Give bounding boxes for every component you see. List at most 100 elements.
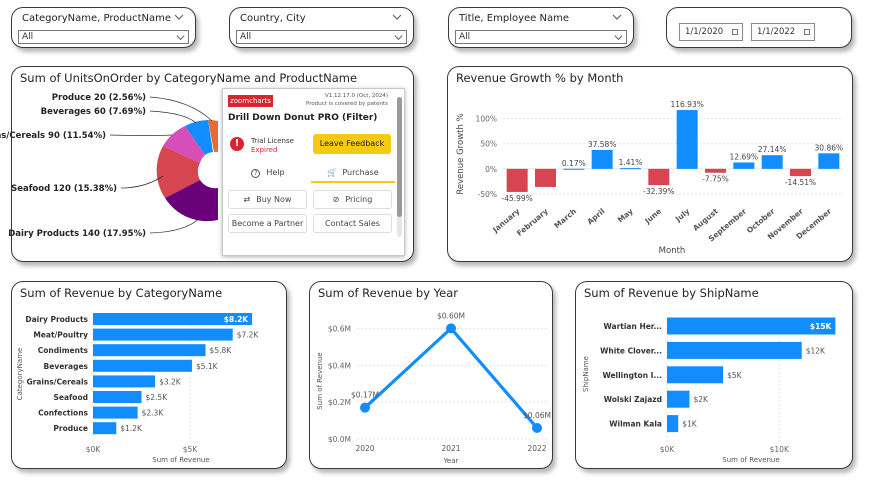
x-axis-title: Month bbox=[659, 246, 686, 256]
bar[interactable] bbox=[667, 390, 690, 408]
bar[interactable] bbox=[93, 328, 233, 341]
license-status-label: Trial License bbox=[251, 137, 294, 145]
bar[interactable] bbox=[818, 153, 840, 169]
cart-icon: 🛒 bbox=[327, 168, 338, 177]
revenue-by-year-chart[interactable]: $0.6M $0.4M $0.2M $0.0M $0.17M 2020 $0.60M 2021… bbox=[309, 281, 553, 469]
bar[interactable] bbox=[535, 168, 556, 187]
donut-label-dairy: Dairy Products 140 (17.95%) bbox=[8, 229, 146, 239]
revenue-growth-chart[interactable]: 100%50%0%-50% -45.99%JanuaryFebruary0.17%… bbox=[447, 66, 853, 262]
scrollbar[interactable] bbox=[397, 97, 402, 237]
contact-sales-button[interactable]: Contact Sales bbox=[313, 214, 392, 233]
x-tick-label: $5K bbox=[183, 445, 199, 454]
x-tick-label: July bbox=[673, 207, 692, 225]
data-label: -45.99% bbox=[502, 194, 533, 203]
data-label: 116.93% bbox=[670, 100, 703, 109]
category-label: Wartian Her... bbox=[604, 322, 663, 331]
bar[interactable] bbox=[667, 341, 802, 359]
bar[interactable] bbox=[93, 375, 156, 388]
bar[interactable] bbox=[93, 359, 192, 372]
x-axis-title: Sum of Revenue bbox=[722, 456, 779, 464]
x-tick-label: $0K bbox=[660, 445, 676, 454]
x-tick-label: May bbox=[616, 207, 635, 225]
tab-help[interactable]: ? Help bbox=[228, 163, 308, 183]
tab-purchase[interactable]: 🛒 Purchase bbox=[311, 163, 395, 183]
bar[interactable] bbox=[648, 168, 670, 186]
x-tick-label: March bbox=[552, 207, 578, 231]
bar[interactable] bbox=[93, 391, 142, 403]
y-axis-title: Revenue Growth % bbox=[456, 113, 466, 194]
donut-label-seafood: Seafood 120 (15.38%) bbox=[11, 184, 117, 194]
donut-label-beverages: Beverages 60 (7.69%) bbox=[41, 107, 147, 117]
data-label: 37.58% bbox=[588, 140, 617, 149]
revenue-by-shipname-chart[interactable]: $0K $10K Wartian Her... $15K White Clover...… bbox=[575, 281, 853, 469]
data-label: $1K bbox=[682, 420, 698, 429]
y-tick-label: -50% bbox=[478, 190, 497, 199]
category-label: Beverages bbox=[44, 362, 89, 371]
pricing-button[interactable]: ⊘ Pricing bbox=[313, 190, 392, 209]
category-label: Confections bbox=[38, 409, 88, 418]
x-axis-title: Year bbox=[443, 457, 459, 465]
donut-label-produce: Produce 20 (2.56%) bbox=[52, 93, 146, 103]
tab-help-label: Help bbox=[266, 168, 285, 177]
donut-label-grains: Grains/Cereals 90 (11.54%) bbox=[0, 131, 106, 141]
y-tick-label: 50% bbox=[480, 140, 497, 149]
bar[interactable] bbox=[733, 162, 755, 169]
data-label: $1.2K bbox=[120, 424, 143, 433]
x-tick-label: June bbox=[642, 207, 663, 226]
bar[interactable] bbox=[93, 422, 117, 435]
buy-now-button[interactable]: ⇄ Buy Now bbox=[228, 190, 307, 209]
data-label: 27.14% bbox=[758, 145, 787, 154]
data-point[interactable] bbox=[360, 402, 370, 413]
bar[interactable] bbox=[667, 366, 724, 384]
license-popup[interactable]: zoomcharts V1.12.17.0 (Oct, 2024) Produc… bbox=[222, 88, 405, 256]
data-label: $12K bbox=[806, 346, 826, 355]
bar[interactable] bbox=[705, 168, 726, 173]
data-label: -32.39% bbox=[643, 187, 674, 196]
category-label: Seafood bbox=[54, 393, 89, 402]
data-label: $5.8K bbox=[210, 346, 233, 355]
category-label: Condiments bbox=[38, 346, 89, 355]
data-label: $0.06M bbox=[523, 411, 551, 420]
y-tick-label: $0.0M bbox=[328, 435, 351, 444]
y-axis-title: CategoryName bbox=[16, 348, 24, 401]
help-icon: ? bbox=[251, 169, 261, 178]
category-label: Wolski Zajazd bbox=[604, 395, 662, 404]
become-partner-button[interactable]: Become a Partner bbox=[228, 214, 307, 233]
data-label: $5.1K bbox=[196, 362, 219, 371]
bar[interactable] bbox=[93, 406, 138, 419]
revenue-by-category-chart[interactable]: $0K $5K Dairy Products $8.2K Meat/Poultry $7.… bbox=[11, 281, 287, 469]
scrollbar-thumb[interactable] bbox=[397, 97, 402, 217]
data-label: 12.69% bbox=[730, 152, 759, 161]
y-tick-label: $0.2M bbox=[328, 398, 351, 407]
data-label: 0.17% bbox=[562, 159, 586, 168]
bar[interactable] bbox=[667, 415, 679, 433]
leave-feedback-button[interactable]: Leave Feedback bbox=[313, 134, 391, 154]
x-tick-label: $10K bbox=[770, 445, 790, 454]
x-tick-label: 2021 bbox=[441, 444, 460, 453]
bar[interactable] bbox=[591, 149, 613, 169]
bar[interactable] bbox=[506, 168, 528, 192]
series-line bbox=[363, 326, 539, 429]
y-tick-label: $0.6M bbox=[328, 324, 351, 333]
bar[interactable] bbox=[93, 344, 206, 357]
bar[interactable] bbox=[790, 168, 811, 177]
x-axis-title: Sum of Revenue bbox=[152, 456, 209, 464]
data-label: $2.5K bbox=[146, 393, 169, 402]
zoomcharts-logo: zoomcharts bbox=[228, 95, 273, 107]
x-tick-label: 2022 bbox=[527, 444, 546, 453]
y-tick-label: $0.4M bbox=[328, 361, 351, 370]
bar[interactable] bbox=[620, 168, 641, 170]
product-name: Drill Down Donut PRO (Filter) bbox=[228, 113, 378, 123]
data-point[interactable] bbox=[532, 422, 542, 433]
data-label: $7.2K bbox=[237, 331, 260, 340]
x-tick-label: 2020 bbox=[355, 444, 374, 453]
bar[interactable] bbox=[676, 110, 698, 169]
data-label: $0.17M bbox=[351, 391, 379, 400]
bar[interactable] bbox=[761, 155, 783, 169]
pricing-icon: ⊘ bbox=[332, 195, 340, 204]
data-label: -14.51% bbox=[785, 178, 816, 187]
data-label: -7.75% bbox=[702, 175, 729, 184]
alert-icon: ! bbox=[230, 137, 244, 151]
data-point[interactable] bbox=[446, 323, 456, 334]
bar[interactable] bbox=[563, 168, 585, 170]
